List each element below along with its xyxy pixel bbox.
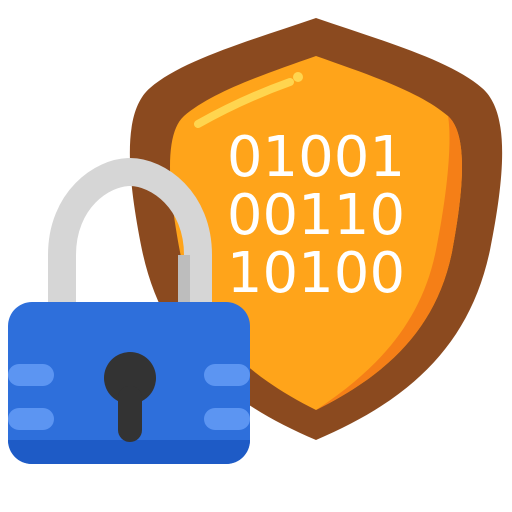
- lock-stripe-right-top-icon: [204, 364, 250, 386]
- lock-body-bottom-icon: [8, 440, 250, 464]
- lock-stripe-left-top-icon: [8, 364, 54, 386]
- data-security-icon: 01001 00110 10100: [8, 18, 503, 464]
- lock-stripe-right-bottom-icon: [204, 408, 250, 430]
- data-security-illustration: 01001 00110 10100: [0, 0, 512, 512]
- binary-line-3: 10100: [227, 241, 405, 306]
- keyhole-slot-icon: [118, 386, 142, 442]
- binary-line-1: 01001: [227, 125, 405, 190]
- binary-line-2: 00110: [227, 183, 405, 248]
- lock-stripe-left-bottom-icon: [8, 408, 54, 430]
- shield-highlight-dot-icon: [293, 72, 303, 82]
